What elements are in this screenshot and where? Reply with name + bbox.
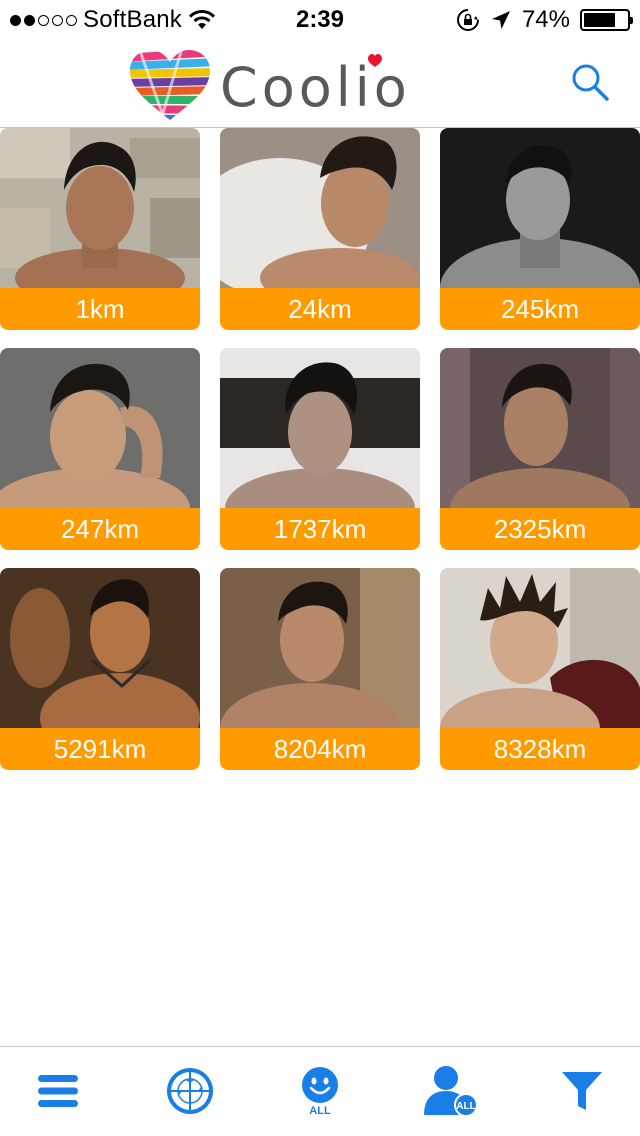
profile-photo xyxy=(440,348,640,508)
profile-photo xyxy=(0,568,200,728)
app-header: Coolio xyxy=(0,40,640,128)
funnel-filter-icon xyxy=(562,1072,602,1110)
search-icon xyxy=(572,64,609,101)
radar-crosshair-icon xyxy=(167,1068,213,1114)
battery-percent: 74% xyxy=(521,6,570,33)
distance-label: 2325km xyxy=(440,508,640,550)
bottom-tab-bar: ALL ALL xyxy=(0,1046,640,1136)
location-arrow-icon xyxy=(491,11,510,29)
distance-label: 24km xyxy=(220,288,420,330)
profile-photo xyxy=(440,568,640,728)
battery-level xyxy=(584,13,616,27)
distance-label: 1km xyxy=(0,288,200,330)
status-right: 74% xyxy=(456,6,633,34)
profile-card[interactable]: 245km xyxy=(440,128,640,330)
logo-heart-dot-icon xyxy=(368,54,382,67)
profile-card[interactable]: 8328km xyxy=(440,568,640,770)
logo-text: Coolio xyxy=(220,56,411,119)
distance-label: 245km xyxy=(440,288,640,330)
radar-tab[interactable] xyxy=(160,1061,220,1121)
profile-photo xyxy=(440,128,640,288)
distance-label: 247km xyxy=(0,508,200,550)
distance-label: 8328km xyxy=(440,728,640,770)
profile-card[interactable]: 1737km xyxy=(220,348,420,550)
profile-card[interactable]: 2325km xyxy=(440,348,640,550)
profile-photo xyxy=(0,348,200,508)
rainbow-heart-icon xyxy=(130,50,210,120)
profile-photo xyxy=(0,128,200,288)
profile-photo xyxy=(220,128,420,288)
menu-tab[interactable] xyxy=(28,1061,88,1121)
user-all-icon: ALL xyxy=(424,1066,478,1117)
profile-photo xyxy=(220,568,420,728)
rotation-lock-icon xyxy=(456,9,479,31)
smiley-icon xyxy=(302,1066,338,1103)
hamburger-menu-icon xyxy=(38,1075,78,1107)
distance-label: 8204km xyxy=(220,728,420,770)
filter-tab[interactable] xyxy=(552,1061,612,1121)
profile-card[interactable]: 1km xyxy=(0,128,200,330)
all-users-tab[interactable]: ALL xyxy=(290,1061,350,1121)
app-logo: Coolio xyxy=(128,50,428,122)
user-all-tab[interactable]: ALL xyxy=(420,1061,480,1121)
user-badge-label: ALL xyxy=(456,1101,475,1112)
battery-icon xyxy=(580,9,633,31)
smiley-tab-label: ALL xyxy=(309,1104,331,1117)
distance-label: 1737km xyxy=(220,508,420,550)
distance-label: 5291km xyxy=(0,728,200,770)
search-button[interactable] xyxy=(570,62,610,102)
profile-card[interactable]: 247km xyxy=(0,348,200,550)
profile-card[interactable]: 24km xyxy=(220,128,420,330)
profile-card[interactable]: 5291km xyxy=(0,568,200,770)
profile-card[interactable]: 8204km xyxy=(220,568,420,770)
status-bar: SoftBank 2:39 74% xyxy=(0,0,640,40)
profile-photo xyxy=(220,348,420,508)
